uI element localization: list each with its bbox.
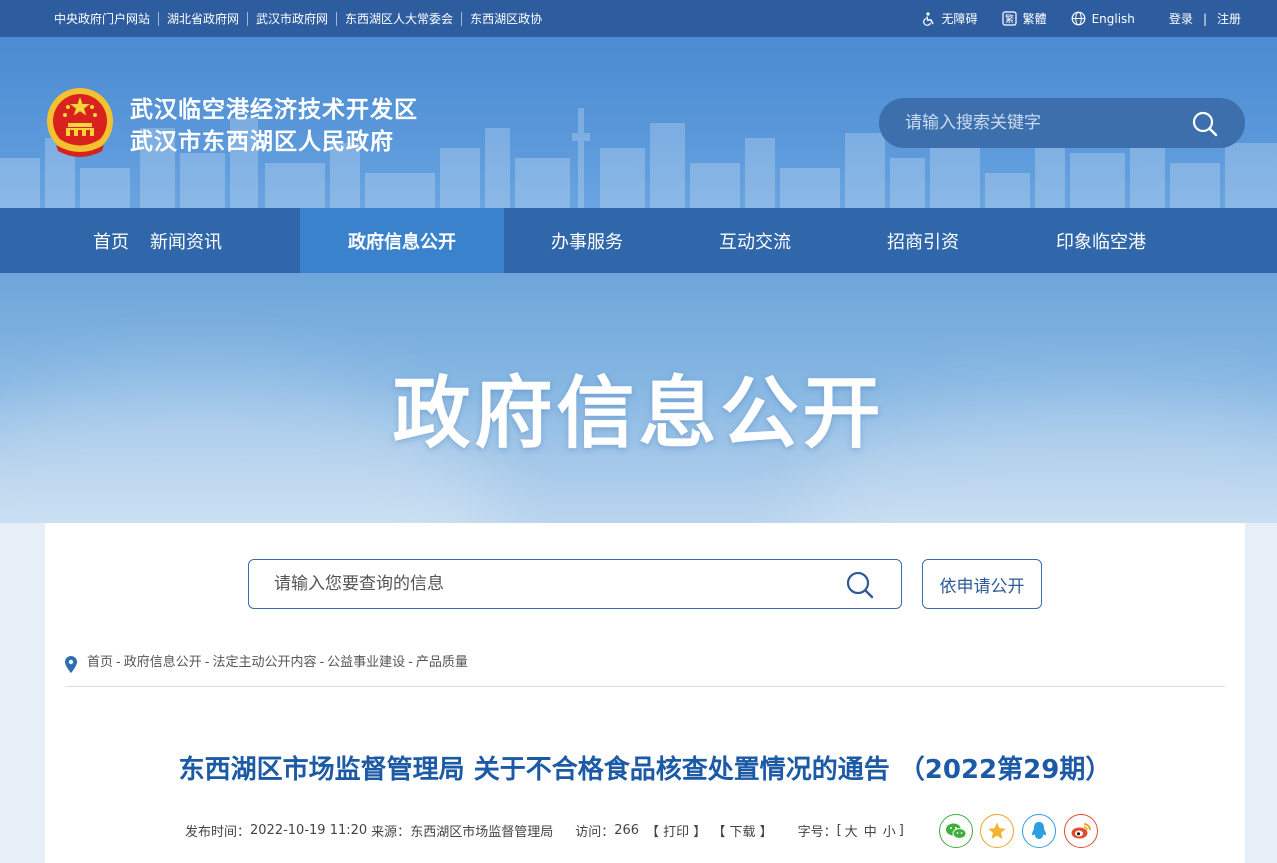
- nav-item-interaction[interactable]: 互动交流: [670, 208, 840, 273]
- visits-count: 266: [614, 822, 640, 838]
- link-wuhan-gov[interactable]: 武汉市政府网: [247, 11, 336, 26]
- fontsize-medium-button[interactable]: 中: [864, 821, 877, 840]
- page-banner: 政府信息公开: [0, 273, 1277, 523]
- print-button[interactable]: 【 打印 】: [646, 821, 706, 840]
- english-label: English: [1091, 11, 1135, 26]
- breadcrumb-gov-info[interactable]: 政府信息公开: [124, 654, 202, 672]
- account-links: 登录 | 注册: [1169, 10, 1241, 27]
- traditional-chinese-button[interactable]: 繁 繁體: [1001, 10, 1047, 27]
- main-navigation: 首页 新闻资讯 政府信息公开 办事服务 互动交流 招商引资 印象临空港: [0, 208, 1277, 273]
- publish-label: 发布时间：: [185, 824, 251, 840]
- visits-label: 访问：: [575, 824, 615, 840]
- link-hubei-gov[interactable]: 湖北省政府网: [158, 11, 247, 26]
- link-cppcc[interactable]: 东西湖区政协: [461, 11, 550, 26]
- traditional-icon: 繁: [1001, 11, 1017, 26]
- login-separator: |: [1202, 11, 1207, 26]
- breadcrumb-separator: -: [204, 655, 210, 670]
- accessibility-icon: [922, 11, 934, 26]
- breadcrumb-separator: -: [116, 655, 121, 670]
- breadcrumb-public-welfare[interactable]: 公益事业建设: [327, 654, 405, 672]
- article-title: 东西湖区市场监督管理局 关于不合格食品核查处置情况的通告 （2022第29期）: [178, 755, 1112, 785]
- fontsize-bracket-close: ]: [898, 822, 904, 838]
- breadcrumb-separator: -: [408, 655, 413, 670]
- register-link[interactable]: 注册: [1217, 10, 1241, 27]
- share-wechat-button[interactable]: [939, 814, 973, 848]
- nav-item-impression[interactable]: 印象临空港: [1006, 208, 1196, 273]
- header-search-input[interactable]: [905, 113, 1175, 133]
- source-label: 来源：: [371, 824, 411, 840]
- site-title: 武汉临空港经济技术开发区 武汉市东西湖区人民政府: [130, 94, 418, 158]
- accessibility-button[interactable]: 无障碍: [922, 10, 978, 27]
- search-icon[interactable]: [845, 570, 875, 600]
- weibo-icon: [1071, 823, 1091, 839]
- location-pin-icon: [65, 656, 77, 673]
- site-title-line1: 武汉临空港经济技术开发区: [130, 97, 418, 123]
- breadcrumb-home[interactable]: 首页: [87, 654, 113, 672]
- external-links: 中央政府门户网站 湖北省政府网 武汉市政府网 东西湖区人大常委会 东西湖区政协: [48, 0, 550, 37]
- share-favorite-button[interactable]: [980, 814, 1014, 848]
- top-tools: 无障碍 繁 繁體 English 登录 | 注册: [904, 0, 1241, 37]
- breadcrumb: 首页 - 政府信息公开 - 法定主动公开内容 - 公益事业建设 - 产品质量: [65, 654, 1225, 687]
- nav-item-gov-info[interactable]: 政府信息公开: [300, 208, 504, 273]
- login-link[interactable]: 登录: [1169, 10, 1193, 27]
- link-central-gov[interactable]: 中央政府门户网站: [48, 12, 158, 26]
- fontsize-small-button[interactable]: 小: [883, 821, 896, 840]
- fontsize-large-button[interactable]: 大: [845, 821, 858, 840]
- globe-icon: [1071, 11, 1085, 26]
- breadcrumb-product-quality[interactable]: 产品质量: [416, 654, 468, 672]
- svg-text:繁: 繁: [1005, 13, 1014, 25]
- site-title-line2: 武汉市东西湖区人民政府: [130, 129, 394, 155]
- publish-time: 2022-10-19 11:20: [250, 822, 368, 838]
- english-button[interactable]: English: [1071, 11, 1135, 26]
- traditional-label: 繁體: [1022, 12, 1047, 26]
- fontsize-bracket-open: [: [836, 822, 842, 838]
- top-utility-bar: 中央政府门户网站 湖北省政府网 武汉市政府网 东西湖区人大常委会 东西湖区政协 …: [0, 0, 1277, 37]
- accessibility-label: 无障碍: [941, 12, 978, 26]
- content-panel: 依申请公开 首页 - 政府信息公开 - 法定主动公开内容 - 公益事业建设 - …: [45, 523, 1245, 863]
- download-button[interactable]: 【 下载 】: [712, 821, 772, 840]
- apply-disclosure-button[interactable]: 依申请公开: [922, 559, 1042, 609]
- qq-icon: [1032, 822, 1046, 839]
- site-header: 武汉临空港经济技术开发区 武汉市东西湖区人民政府: [0, 37, 1277, 208]
- national-emblem-icon: [47, 88, 113, 157]
- share-weibo-button[interactable]: [1064, 814, 1098, 848]
- fontsize-label: 字号：: [797, 824, 837, 840]
- source-value: 东西湖区市场监督管理局: [410, 824, 554, 840]
- star-icon: [988, 822, 1006, 839]
- wechat-icon: [946, 823, 967, 839]
- nav-item-news[interactable]: 新闻资讯: [72, 208, 300, 273]
- info-search-box: [248, 559, 902, 609]
- search-icon[interactable]: [1191, 110, 1219, 138]
- link-npc-committee[interactable]: 东西湖区人大常委会: [336, 11, 461, 26]
- nav-item-services[interactable]: 办事服务: [504, 208, 670, 273]
- nav-item-investment[interactable]: 招商引资: [840, 208, 1006, 273]
- breadcrumb-statutory[interactable]: 法定主动公开内容: [212, 654, 316, 672]
- header-search-box: [879, 98, 1245, 148]
- article-meta: 发布时间： 2022-10-19 11:20 来源： 东西湖区市场监督管理局 访…: [185, 820, 904, 840]
- breadcrumb-separator: -: [319, 655, 325, 670]
- share-qq-button[interactable]: [1022, 814, 1056, 848]
- info-search-input[interactable]: [274, 574, 834, 594]
- banner-title: 政府信息公开: [392, 369, 885, 459]
